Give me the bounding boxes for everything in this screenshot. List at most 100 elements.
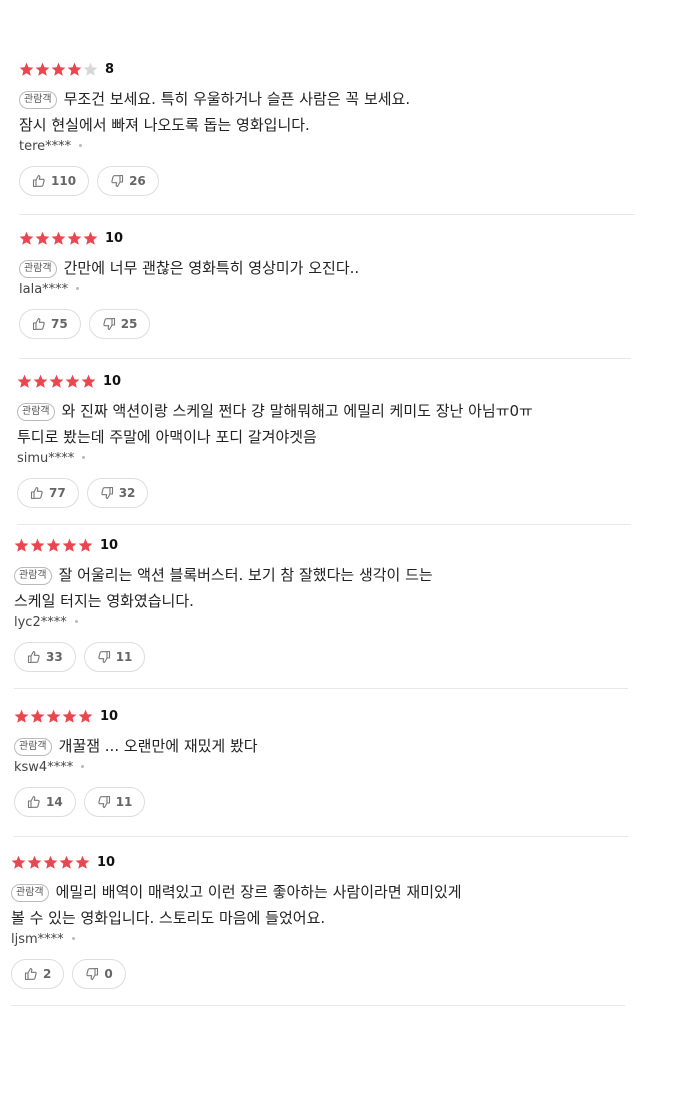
like-button[interactable]: 77 [17, 478, 79, 508]
review-text-line: 관람객 에밀리 배역이 매력있고 이런 장르 좋아하는 사람이라면 재미있게 [11, 879, 462, 905]
review-item: 8 관람객 무조건 보세요. 특히 우울하거나 슬픈 사람은 꼭 보세요. 잠시 현실… [19, 59, 410, 196]
author-id[interactable]: lyc2**** [14, 615, 67, 630]
thumbs-up-icon [27, 650, 40, 664]
dislike-button[interactable]: 25 [88, 309, 151, 339]
review-text: 관람객 무조건 보세요. 특히 우울하거나 슬픈 사람은 꼭 보세요. 잠시 현실에… [19, 86, 410, 138]
star-icon [67, 231, 82, 245]
viewer-badge: 관람객 [14, 567, 52, 585]
like-button[interactable]: 75 [19, 309, 81, 339]
rating-score: 10 [105, 230, 124, 246]
review-line-text: 투디로 봤는데 주말에 아맥이나 포디 갈겨야겟음 [17, 428, 317, 446]
star-icon [78, 709, 93, 723]
viewer-badge: 관람객 [14, 738, 52, 756]
like-button[interactable]: 110 [19, 166, 90, 196]
star-icon [51, 231, 66, 245]
star-icon [51, 62, 66, 76]
review-text-line: 관람객 개꿀잼 ... 오랜만에 재밌게 봤다 [14, 733, 258, 759]
review-line-text: 무조건 보세요. 특히 우울하거나 슬픈 사람은 꼭 보세요. [63, 90, 411, 108]
like-count: 110 [51, 174, 77, 188]
star-icon [81, 374, 96, 388]
vote-actions: 110 26 [19, 166, 410, 196]
review-divider [11, 1005, 625, 1006]
author-id[interactable]: ksw4**** [14, 760, 73, 775]
star-icon [46, 709, 61, 723]
rating-score: 10 [100, 708, 119, 724]
author-id[interactable]: lala**** [19, 282, 68, 297]
star-icon [83, 62, 98, 76]
review-item: 10 관람객 와 진짜 액션이랑 스케일 쩐다 걍 말해뭐해고 에밀리 케미도 장난… [17, 371, 533, 508]
star-icon [35, 62, 50, 76]
star-icon [65, 374, 80, 388]
author-id[interactable]: ljsm**** [11, 932, 64, 947]
review-line-text: 간만에 너무 괜찮은 영화특히 영상미가 오진다.. [63, 259, 360, 277]
dislike-count: 25 [120, 317, 138, 331]
thumbs-down-icon [101, 486, 113, 500]
dislike-button[interactable]: 26 [97, 166, 159, 196]
dislike-button[interactable]: 32 [86, 478, 149, 508]
thumbs-up-icon [32, 174, 45, 188]
rating-row: 10 [14, 535, 433, 555]
like-button[interactable]: 2 [11, 959, 65, 989]
review-text: 관람객 간만에 너무 괜찮은 영화특히 영상미가 오진다.. [19, 255, 359, 281]
separator-dot [82, 456, 86, 459]
viewer-badge: 관람객 [19, 91, 57, 109]
viewer-badge: 관람객 [17, 403, 55, 421]
thumbs-up-icon [30, 486, 43, 500]
dislike-button[interactable]: 11 [83, 787, 146, 817]
thumbs-up-icon [24, 967, 37, 981]
dislike-button[interactable]: 0 [72, 959, 126, 989]
viewer-badge: 관람객 [19, 260, 57, 278]
like-button[interactable]: 33 [14, 642, 76, 672]
star-icon [62, 538, 77, 552]
rating-score: 10 [103, 373, 122, 389]
star-icon [30, 709, 45, 723]
review-line-text: 개꿀잼 ... 오랜만에 재밌게 봤다 [58, 737, 258, 755]
vote-actions: 20 [11, 959, 462, 989]
like-count: 2 [43, 967, 52, 981]
review-text-line: 관람객 간만에 너무 괜찮은 영화특히 영상미가 오진다.. [19, 255, 359, 281]
star-icon [78, 538, 93, 552]
review-text: 관람객 개꿀잼 ... 오랜만에 재밌게 봤다 [14, 733, 258, 759]
star-icon [49, 374, 64, 388]
star-icon [19, 231, 34, 245]
dislike-button[interactable]: 11 [83, 642, 146, 672]
review-meta: simu**** [17, 450, 533, 468]
review-divider [14, 688, 628, 689]
separator-dot [76, 287, 80, 290]
star-rating [19, 62, 99, 77]
review-line-text: 와 진짜 액션이랑 스케일 쩐다 걍 말해뭐해고 에밀리 케미도 장난 아님ㅠ0… [61, 402, 533, 420]
review-line-text: 스케일 터지는 영화였습니다. [14, 592, 194, 610]
separator-dot [74, 620, 78, 623]
star-rating [17, 374, 97, 389]
dislike-count: 11 [115, 795, 133, 809]
dislike-count: 32 [118, 486, 136, 500]
review-item: 10 관람객 잘 어울리는 액션 블록버스터. 보기 참 잘했다는 생각이 드는스케… [14, 535, 433, 672]
like-button[interactable]: 14 [14, 787, 76, 817]
vote-actions: 14 11 [14, 787, 258, 817]
review-item: 10 관람객 개꿀잼 ... 오랜만에 재밌게 봤다 ksw4**** 14 11 [14, 706, 258, 817]
vote-actions: 77 32 [17, 478, 533, 508]
review-line-text: 잘 어울리는 액션 블록버스터. 보기 참 잘했다는 생각이 드는 [58, 566, 433, 584]
star-icon [75, 855, 90, 869]
review-line-text: 볼 수 있는 영화입니다. 스토리도 마음에 들었어요. [11, 909, 326, 927]
dislike-count: 11 [115, 650, 133, 664]
review-text-line: 관람객 무조건 보세요. 특히 우울하거나 슬픈 사람은 꼭 보세요. [19, 86, 410, 112]
review-text-line: 관람객 와 진짜 액션이랑 스케일 쩐다 걍 말해뭐해고 에밀리 케미도 장난 아… [17, 398, 533, 424]
star-icon [14, 709, 29, 723]
star-icon [19, 62, 34, 76]
star-rating [19, 231, 99, 246]
author-id[interactable]: simu**** [17, 451, 74, 466]
viewer-badge: 관람객 [11, 884, 49, 902]
star-icon [30, 538, 45, 552]
author-id[interactable]: tere**** [19, 139, 71, 154]
thumbs-down-icon [111, 174, 124, 188]
rating-row: 10 [14, 706, 258, 726]
review-divider [19, 214, 635, 215]
star-icon [43, 855, 58, 869]
review-text: 관람객 잘 어울리는 액션 블록버스터. 보기 참 잘했다는 생각이 드는스케일 … [14, 562, 433, 614]
rating-row: 10 [11, 852, 462, 872]
rating-row: 10 [19, 228, 359, 248]
vote-actions: 33 11 [14, 642, 433, 672]
thumbs-down-icon [98, 795, 110, 809]
star-rating [11, 855, 91, 870]
